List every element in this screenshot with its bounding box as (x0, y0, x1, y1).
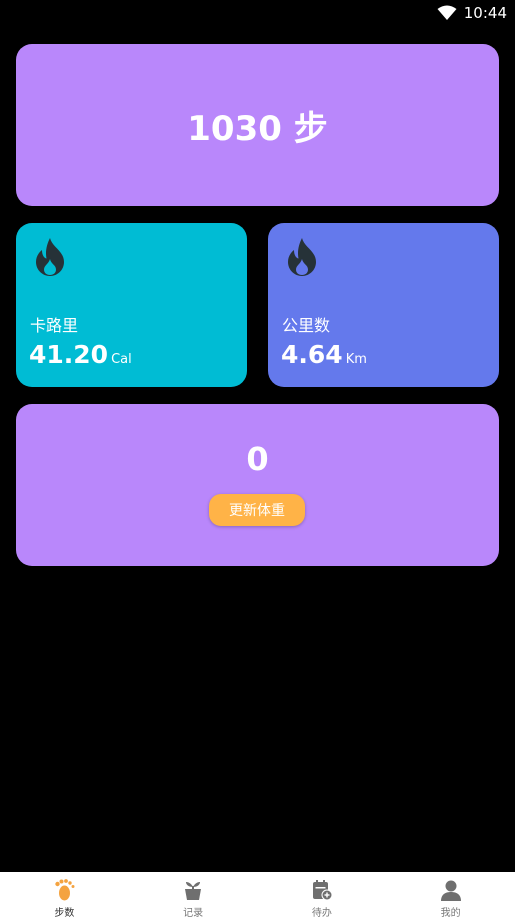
nav-item-records[interactable]: 记录 (129, 872, 258, 923)
flame-icon (284, 237, 320, 281)
nav-label-profile: 我的 (440, 908, 461, 919)
calorie-label: 卡路里 (30, 316, 79, 335)
calendar-add-icon (310, 878, 334, 902)
weight-card: 0 更新体重 (16, 404, 499, 566)
calorie-unit: Cal (111, 352, 132, 367)
nav-label-steps: 步数 (54, 908, 75, 919)
distance-value-row: 4.64 Km (281, 340, 367, 369)
distance-unit: Km (345, 352, 367, 367)
steps-count: 1030 步 (187, 108, 328, 149)
distance-value: 4.64 (281, 340, 343, 369)
nav-item-profile[interactable]: 我的 (386, 872, 515, 923)
nav-label-todo: 待办 (311, 908, 332, 919)
update-weight-button[interactable]: 更新体重 (209, 494, 305, 526)
status-bar: 10:44 (0, 0, 515, 28)
distance-label: 公里数 (282, 316, 331, 335)
status-time: 10:44 (463, 4, 507, 22)
calorie-value-row: 41.20 Cal (29, 340, 132, 369)
wifi-icon (437, 5, 457, 25)
footprint-icon (52, 878, 76, 902)
calorie-card[interactable]: 卡路里 41.20 Cal (16, 223, 247, 387)
bottom-nav: 步数 记录 待办 我的 (0, 872, 515, 923)
weight-value: 0 (246, 440, 269, 478)
plant-pot-icon (181, 878, 205, 902)
distance-card[interactable]: 公里数 4.64 Km (268, 223, 499, 387)
steps-card[interactable]: 1030 步 (16, 44, 499, 206)
nav-label-records: 记录 (183, 908, 204, 919)
nav-item-steps[interactable]: 步数 (0, 872, 129, 923)
calorie-value: 41.20 (29, 340, 109, 369)
steps-screen: 10:44 1030 步 卡路里 41.20 Cal 公里数 4.64 Km 0… (0, 0, 515, 923)
nav-item-todo[interactable]: 待办 (258, 872, 387, 923)
flame-icon (32, 237, 68, 281)
person-icon (439, 878, 463, 902)
